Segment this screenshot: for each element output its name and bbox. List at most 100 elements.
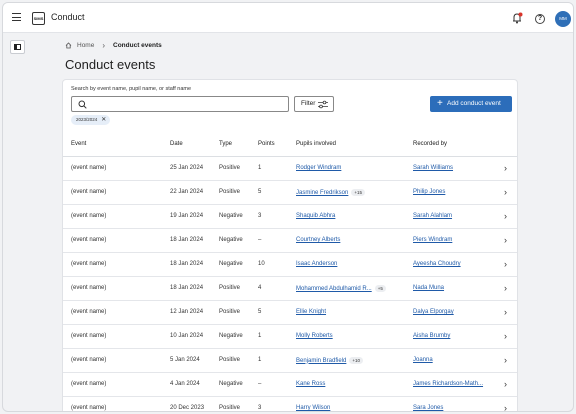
points-cell: 3	[258, 204, 296, 229]
column-header-date[interactable]: Date	[170, 133, 219, 157]
staff-link[interactable]: Aisha Brumby	[413, 333, 450, 339]
chevron-right-icon[interactable]: ›	[504, 283, 507, 293]
pupil-link[interactable]: Rodger Windram	[296, 165, 341, 171]
event-name-cell: (event name)	[63, 300, 170, 325]
staff-link[interactable]: Sarah Williams	[413, 165, 453, 171]
recorded-by-cell: Sara Jones	[413, 396, 504, 411]
points-cell: 1	[258, 348, 296, 373]
filter-button[interactable]: Filter	[294, 96, 334, 112]
staff-link[interactable]: Joanna	[413, 357, 433, 363]
recorded-by-cell: Nada Muna	[413, 276, 504, 301]
staff-link[interactable]: Ayeesha Choudry	[413, 261, 461, 267]
table-row[interactable]: (event name) 22 Jan 2024 Positive 5 Jasmine …	[63, 180, 517, 205]
chevron-right-icon[interactable]: ›	[504, 403, 507, 411]
chevron-right-icon[interactable]: ›	[504, 235, 507, 245]
recorded-by-cell: Joanna	[413, 348, 504, 373]
pupil-link[interactable]: Jasmine Fredrikson	[296, 190, 348, 196]
add-conduct-event-button[interactable]: + Add conduct event	[430, 96, 512, 112]
search-label: Search by event name, pupil name, or sta…	[71, 86, 192, 92]
additional-pupils-badge[interactable]: +10	[349, 356, 364, 364]
chevron-right-icon[interactable]: ›	[504, 331, 507, 341]
table-row[interactable]: (event name) 18 Jan 2024 Positive 4 Mohammed…	[63, 276, 517, 301]
bell-icon[interactable]	[512, 12, 523, 24]
staff-link[interactable]: Sara Jones	[413, 405, 443, 411]
pupils-cell: Kane Ross	[296, 372, 413, 397]
app-window: SIMS Conduct ? MM Home › Conduct events …	[2, 2, 574, 412]
additional-pupils-badge[interactable]: +5	[374, 284, 386, 292]
recorded-by-cell: Ayeesha Choudry	[413, 252, 504, 277]
row-chevron-cell: ›	[504, 204, 517, 229]
hamburger-icon[interactable]	[12, 13, 21, 21]
points-cell: 4	[258, 276, 296, 301]
table-row[interactable]: (event name) 5 Jan 2024 Positive 1 Benjamin …	[63, 348, 517, 373]
search-input[interactable]	[71, 96, 289, 112]
points-cell: 5	[258, 300, 296, 325]
staff-link[interactable]: James Richardson-Math...	[413, 381, 483, 387]
additional-pupils-badge[interactable]: +15	[351, 188, 365, 196]
chevron-right-icon[interactable]: ›	[504, 259, 507, 269]
staff-link[interactable]: Piers Windram	[413, 237, 452, 243]
recorded-by-cell: Piers Windram	[413, 228, 504, 253]
type-cell: Negative	[219, 252, 258, 277]
table-row[interactable]: (event name) 20 Dec 2023 Positive 3 Harry Wi…	[63, 396, 517, 411]
event-name-cell: (event name)	[63, 228, 170, 253]
app-title: Conduct	[51, 12, 85, 22]
chevron-right-icon[interactable]: ›	[504, 211, 507, 221]
column-header-event[interactable]: Event	[63, 133, 170, 157]
table-row[interactable]: (event name) 18 Jan 2024 Negative – Courtney…	[63, 228, 517, 253]
chevron-right-icon[interactable]: ›	[504, 355, 507, 365]
pupil-link[interactable]: Shaquib Abhra	[296, 213, 335, 219]
table-row[interactable]: (event name) 18 Jan 2024 Negative 10 Isaac A…	[63, 252, 517, 277]
pupil-link[interactable]: Harry Wilson	[296, 405, 330, 411]
help-icon[interactable]: ?	[535, 14, 545, 24]
pupil-link[interactable]: Isaac Anderson	[296, 261, 337, 267]
pupil-link[interactable]: Kane Ross	[296, 381, 325, 387]
row-chevron-cell: ›	[504, 324, 517, 349]
column-header-pupils[interactable]: Pupils involved	[296, 133, 413, 157]
pupil-link[interactable]: Molly Roberts	[296, 333, 333, 339]
close-icon[interactable]: ✕	[101, 115, 106, 125]
pupils-cell: Benjamin Bradfield +10	[296, 348, 413, 373]
type-cell: Positive	[219, 156, 258, 181]
event-name-cell: (event name)	[63, 180, 170, 205]
column-header-points[interactable]: Points	[258, 133, 296, 157]
date-cell: 18 Jan 2024	[170, 228, 219, 253]
pupil-link[interactable]: Benjamin Bradfield	[296, 358, 346, 364]
chevron-right-icon[interactable]: ›	[504, 379, 507, 389]
breadcrumb-home-link[interactable]: Home	[77, 42, 94, 49]
event-name-cell: (event name)	[63, 396, 170, 411]
home-icon	[65, 42, 72, 49]
staff-link[interactable]: Philip Jones	[413, 189, 445, 195]
pupil-link[interactable]: Mohammed Abdulhamid R...	[296, 286, 372, 292]
row-chevron-cell: ›	[504, 252, 517, 277]
pupils-cell: Courtney Alberts	[296, 228, 413, 253]
table-row[interactable]: (event name) 19 Jan 2024 Negative 3 Shaquib …	[63, 204, 517, 229]
table-row[interactable]: (event name) 25 Jan 2024 Positive 1 Rodger W…	[63, 156, 517, 181]
table-row[interactable]: (event name) 12 Jan 2024 Positive 5 Ellie Kn…	[63, 300, 517, 325]
date-cell: 25 Jan 2024	[170, 156, 219, 181]
staff-link[interactable]: Nada Muna	[413, 285, 444, 291]
row-chevron-cell: ›	[504, 156, 517, 181]
table-row[interactable]: (event name) 10 Jan 2024 Negative 1 Molly Ro…	[63, 324, 517, 349]
column-header-type[interactable]: Type	[219, 133, 258, 157]
add-conduct-event-label: Add conduct event	[447, 100, 501, 107]
events-card: Search by event name, pupil name, or sta…	[62, 79, 518, 411]
date-cell: 10 Jan 2024	[170, 324, 219, 349]
filter-sliders-icon	[318, 100, 328, 109]
academic-year-filter-chip[interactable]: 2023/2024 ✕	[71, 115, 111, 125]
chevron-right-icon[interactable]: ›	[504, 187, 507, 197]
pupil-link[interactable]: Courtney Alberts	[296, 237, 340, 243]
column-header-recorded-by[interactable]: Recorded by	[413, 133, 504, 157]
date-cell: 12 Jan 2024	[170, 300, 219, 325]
table-row[interactable]: (event name) 4 Jan 2024 Negative – Kane Ross…	[63, 372, 517, 397]
sidebar-toggle-button[interactable]	[10, 40, 25, 54]
filter-label: Filter	[301, 100, 316, 107]
app-logo: SIMS	[32, 12, 45, 25]
chevron-right-icon[interactable]: ›	[504, 163, 507, 173]
avatar[interactable]: MM	[555, 11, 571, 27]
staff-link[interactable]: Sarah Alahlam	[413, 213, 452, 219]
staff-link[interactable]: Dalya Elporgay	[413, 309, 454, 315]
pupil-link[interactable]: Ellie Knight	[296, 309, 326, 315]
chevron-right-icon[interactable]: ›	[504, 307, 507, 317]
type-cell: Positive	[219, 300, 258, 325]
